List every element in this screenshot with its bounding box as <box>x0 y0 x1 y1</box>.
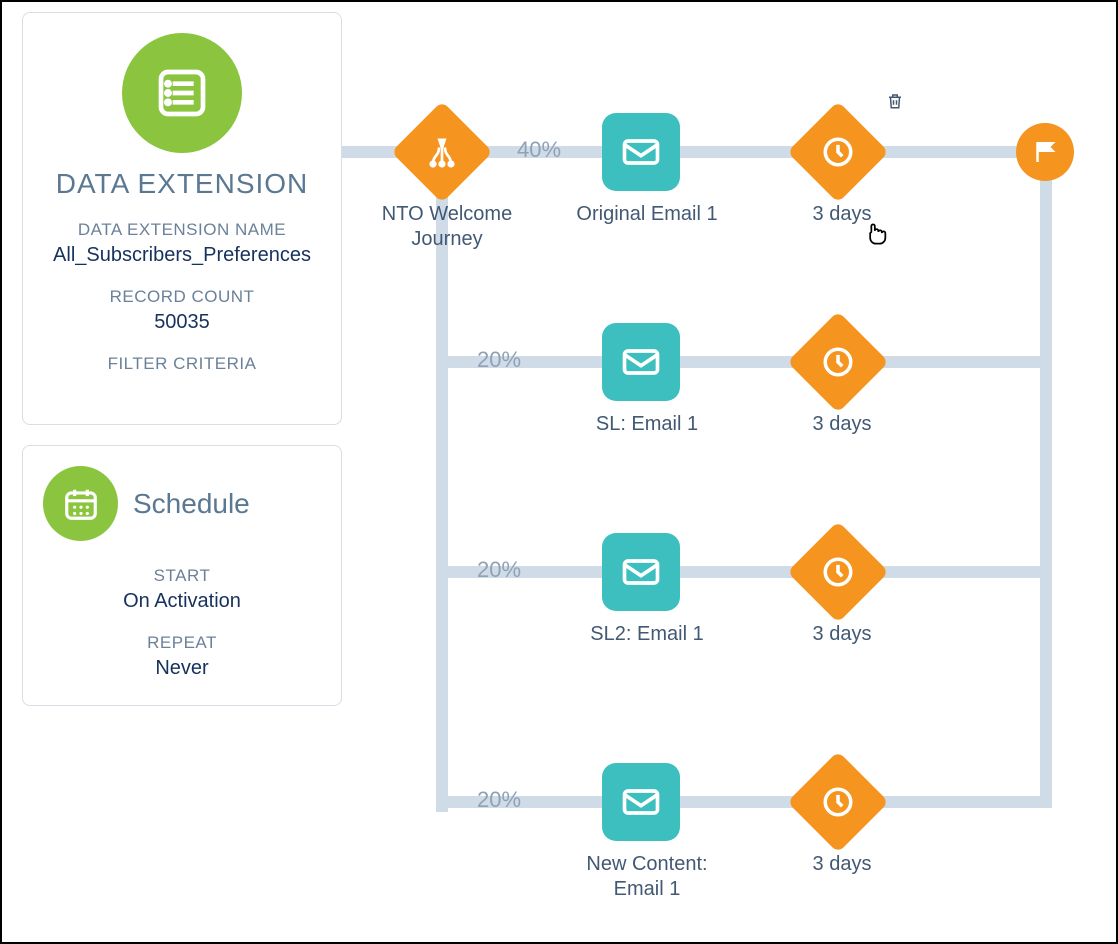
email-activity-node[interactable] <box>602 113 680 191</box>
schedule-start-value: On Activation <box>43 590 321 613</box>
wait-node-label: 3 days <box>782 622 902 647</box>
wait-activity-node[interactable] <box>802 326 874 398</box>
trash-icon[interactable] <box>886 92 904 115</box>
de-name-value: All_Subscribers_Preferences <box>43 244 321 267</box>
schedule-card[interactable]: Schedule START On Activation REPEAT Neve… <box>22 445 342 706</box>
wait-node-label: 3 days <box>782 852 902 877</box>
connector <box>442 356 1052 368</box>
connector <box>1040 152 1052 808</box>
de-filter-criteria-label: FILTER CRITERIA <box>43 354 321 374</box>
wait-activity-node[interactable] <box>802 116 874 188</box>
data-extension-card[interactable]: DATA EXTENSION DATA EXTENSION NAME All_S… <box>22 12 342 425</box>
branch-percent: 20% <box>477 557 521 583</box>
de-record-count-value: 50035 <box>43 311 321 334</box>
email-node-label: SL2: Email 1 <box>572 622 722 647</box>
email-activity-node[interactable] <box>602 533 680 611</box>
branch-percent: 20% <box>477 347 521 373</box>
email-node-label: Original Email 1 <box>572 202 722 227</box>
wait-activity-node[interactable] <box>802 766 874 838</box>
connector <box>442 796 1052 808</box>
wait-node-label: 3 days <box>782 202 902 227</box>
list-icon <box>122 33 242 153</box>
branch-percent: 40% <box>517 137 561 163</box>
branch-percent: 20% <box>477 787 521 813</box>
data-extension-title: DATA EXTENSION <box>43 168 321 200</box>
de-record-count-label: RECORD COUNT <box>43 287 321 307</box>
email-node-label: New Content: Email 1 <box>567 852 727 902</box>
journey-canvas[interactable]: NTO Welcome Journey 40% Original Email 1… <box>342 2 1116 942</box>
journey-end-node[interactable] <box>1016 123 1074 181</box>
schedule-title: Schedule <box>133 488 250 520</box>
calendar-icon <box>43 466 118 541</box>
de-name-label: DATA EXTENSION NAME <box>43 220 321 240</box>
email-node-label: SL: Email 1 <box>572 412 722 437</box>
email-activity-node[interactable] <box>602 763 680 841</box>
wait-node-label: 3 days <box>782 412 902 437</box>
schedule-start-label: START <box>43 566 321 586</box>
split-node-label: NTO Welcome Journey <box>372 202 522 252</box>
wait-activity-node[interactable] <box>802 536 874 608</box>
schedule-repeat-value: Never <box>43 657 321 680</box>
connector <box>442 566 1052 578</box>
path-optimizer-node[interactable] <box>406 116 478 188</box>
email-activity-node[interactable] <box>602 323 680 401</box>
schedule-repeat-label: REPEAT <box>43 633 321 653</box>
